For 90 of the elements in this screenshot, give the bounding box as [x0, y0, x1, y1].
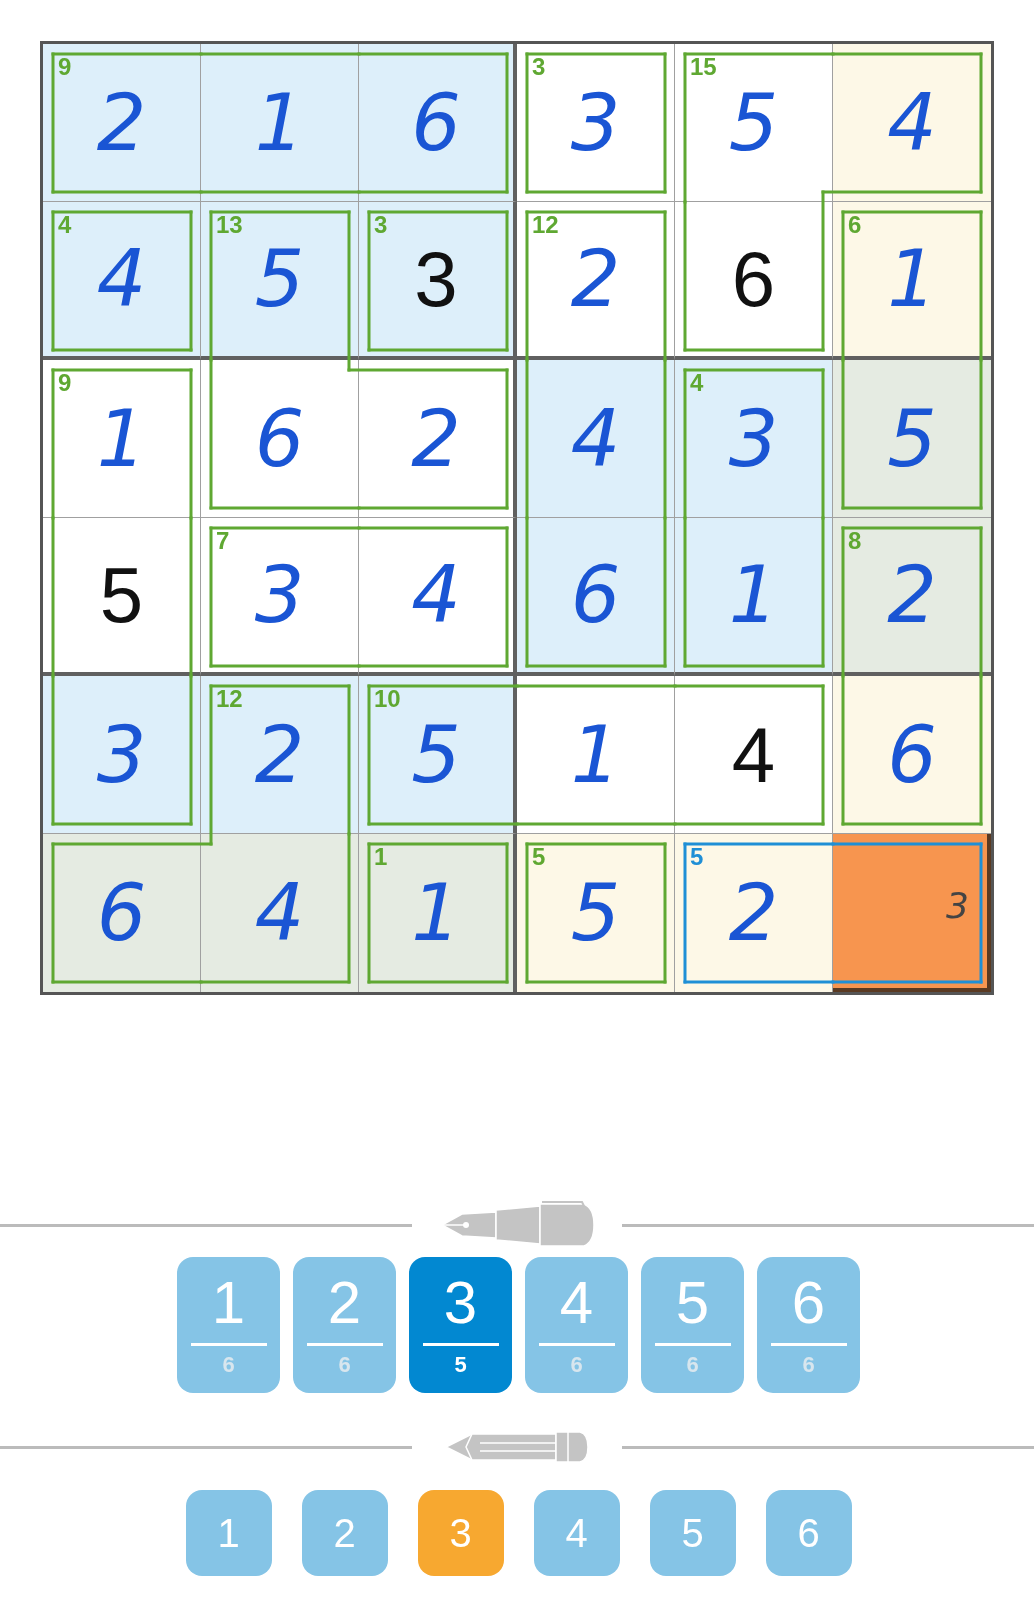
board-cell[interactable]: 15 5: [675, 44, 833, 202]
board-cell[interactable]: 1 1: [359, 834, 517, 992]
board-cell[interactable]: 4 4: [43, 202, 201, 360]
board-cell[interactable]: 6: [833, 676, 991, 834]
board-cell[interactable]: 3 3: [517, 44, 675, 202]
cell-digit: 2: [728, 874, 779, 952]
board-cell[interactable]: 4: [359, 518, 517, 676]
cage-sum: 1: [374, 845, 388, 869]
cell-digit: 3: [96, 715, 147, 794]
cell-digit: 2: [887, 556, 937, 634]
cage-sum: 3: [532, 55, 546, 79]
board-cell[interactable]: 1: [675, 518, 833, 676]
cell-digit: 1: [96, 399, 147, 478]
cage-sum: 9: [58, 371, 72, 395]
board-cell[interactable]: 10 5: [359, 676, 517, 834]
board-cell[interactable]: 4: [517, 360, 675, 518]
board-cell[interactable]: 3: [43, 676, 201, 834]
cell-digit: 6: [887, 715, 937, 794]
cell-digit: 3: [254, 556, 305, 634]
cell-digit: 5: [887, 399, 937, 478]
cell-digit: 6: [96, 874, 147, 952]
board-cell[interactable]: 3 3: [359, 202, 517, 360]
board-cell[interactable]: 4: [675, 676, 833, 834]
board-cell[interactable]: 12 2: [201, 676, 359, 834]
board-cell[interactable]: 2: [359, 360, 517, 518]
cell-digit: 1: [570, 715, 621, 794]
cage-sum: 15: [690, 55, 717, 79]
board-cell[interactable]: 5 2: [675, 834, 833, 992]
cell-digit: 3: [728, 399, 779, 478]
cell-digit: 5: [254, 240, 305, 318]
cage-sum: 5: [690, 845, 704, 869]
cage-sum: 6: [848, 213, 862, 237]
cage-sum: 10: [374, 687, 401, 711]
cell-digit: 2: [411, 399, 461, 478]
cage-sum: 7: [216, 529, 230, 553]
cell-digit: 3: [570, 83, 621, 162]
cage-sum: 9: [58, 55, 72, 79]
cell-digit: 6: [411, 83, 461, 162]
cell-digit: 4: [570, 399, 621, 478]
cell-digit: 5: [570, 874, 621, 952]
board-cell[interactable]: 4: [201, 834, 359, 992]
cell-digit: 6: [570, 556, 621, 634]
cell-digit: 4: [254, 874, 305, 952]
cage-sum: 12: [532, 213, 559, 237]
cell-digit: 4: [887, 83, 937, 162]
cell-digit: 6: [731, 240, 776, 318]
board-cell[interactable]: 9 2: [43, 44, 201, 202]
cage-sum: 12: [216, 687, 243, 711]
cell-digit: 4: [411, 556, 461, 634]
cell-digit: 2: [570, 240, 621, 318]
cell-digit: 3: [414, 240, 458, 318]
cell-digit: 5: [728, 83, 779, 162]
board-cell[interactable]: 9 1: [43, 360, 201, 518]
board-cell[interactable]: 8 2: [833, 518, 991, 676]
board-cell[interactable]: 6: [43, 834, 201, 992]
board-cell[interactable]: 7 3: [201, 518, 359, 676]
board-cell[interactable]: 6 1: [833, 202, 991, 360]
cell-digit: 2: [96, 83, 147, 162]
board-cell[interactable]: 6: [675, 202, 833, 360]
board-cell[interactable]: 5 5: [517, 834, 675, 992]
pencil-mark: 3: [946, 888, 969, 924]
board-cell[interactable]: 5: [43, 518, 201, 676]
cell-digit: 1: [254, 83, 305, 162]
cell-digit: 1: [411, 874, 461, 952]
cell-digit: 5: [99, 556, 144, 634]
cage-sum: 8: [848, 529, 862, 553]
cage-sum: 4: [58, 213, 72, 237]
board-cell[interactable]: 4 3: [675, 360, 833, 518]
board-cell[interactable]: 6: [517, 518, 675, 676]
cell-digit: 4: [96, 240, 147, 318]
board-cell[interactable]: 12 2: [517, 202, 675, 360]
board-cell[interactable]: 13 5: [201, 202, 359, 360]
board-cell[interactable]: 1: [201, 44, 359, 202]
cell-digit: 6: [254, 399, 305, 478]
cage-sum: 13: [216, 213, 243, 237]
board-cell[interactable]: 6: [359, 44, 517, 202]
board-cell[interactable]: 3: [833, 834, 991, 992]
cage-sum: 4: [690, 371, 704, 395]
cage-sum: 5: [532, 845, 546, 869]
board-cell[interactable]: 1: [517, 676, 675, 834]
cell-digit: 5: [411, 715, 461, 794]
cage-sum: 3: [374, 213, 388, 237]
cell-digit: 1: [728, 556, 779, 634]
cell-digit: 1: [887, 240, 937, 318]
board-cell[interactable]: 6: [201, 360, 359, 518]
cell-digit: 2: [254, 715, 305, 794]
board-cell[interactable]: 4: [833, 44, 991, 202]
cell-digit: 4: [731, 715, 776, 794]
digit-button[interactable]: 3 5: [409, 1257, 512, 1393]
board-cell[interactable]: 5: [833, 360, 991, 518]
